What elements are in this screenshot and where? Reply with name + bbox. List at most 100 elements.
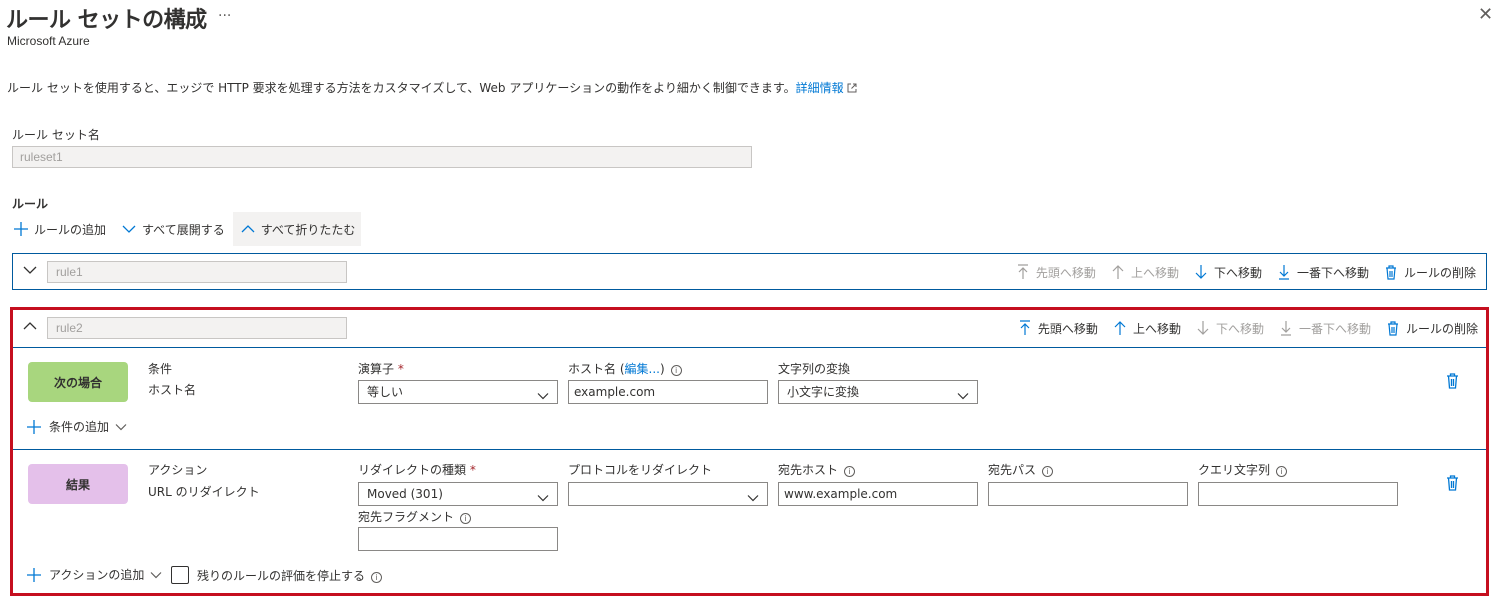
move-bottom-button[interactable]: 一番下へ移動 — [1280, 320, 1371, 337]
move-bottom-icon — [1278, 264, 1290, 280]
delete-rule-button[interactable]: ルールの削除 — [1385, 264, 1476, 281]
stop-evaluation-text: 残りのルールの評価を停止する — [197, 569, 366, 583]
description: ルール セットを使用すると、エッジで HTTP 要求を処理する方法をカスタマイズ… — [7, 79, 857, 96]
move-down-label: 下へ移動 — [1215, 321, 1264, 336]
rule-1-header: rule1 先頭へ移動 上へ移動 下へ移動 一番下へ移動 ルールの削除 — [13, 254, 1486, 290]
rule-2-header: rule2 先頭へ移動 上へ移動 下へ移動 一番下へ移動 ルールの削除 — [13, 310, 1486, 346]
plus-icon — [27, 419, 41, 434]
redirect-type-label: リダイレクトの種類 * — [358, 461, 476, 478]
move-bottom-button[interactable]: 一番下へ移動 — [1278, 264, 1369, 281]
add-condition-label: 条件の追加 — [49, 420, 110, 434]
move-down-button[interactable]: 下へ移動 — [1197, 320, 1264, 337]
action-type: URL のリダイレクト — [148, 485, 260, 499]
move-up-button[interactable]: 上へ移動 — [1112, 264, 1179, 281]
close-icon[interactable]: ✕ — [1478, 6, 1493, 24]
fragment-label: 宛先フラグメント i — [358, 508, 472, 525]
move-down-label: 下へ移動 — [1213, 265, 1262, 280]
query-string-input[interactable] — [1198, 482, 1398, 506]
rule-2-name-input: rule2 — [47, 317, 347, 339]
move-bottom-label: 一番下へ移動 — [1298, 321, 1371, 336]
hostname-label-text: ホスト名 — [568, 362, 617, 376]
rule-2-panel: rule2 先頭へ移動 上へ移動 下へ移動 一番下へ移動 ルールの削除 — [13, 310, 1486, 593]
move-bottom-icon — [1280, 320, 1292, 336]
chevron-down-icon — [957, 386, 969, 408]
info-icon: i — [844, 466, 856, 477]
required-marker: * — [397, 362, 404, 376]
dest-host-input[interactable]: www.example.com — [778, 482, 978, 506]
move-top-button[interactable]: 先頭へ移動 — [1019, 320, 1098, 337]
info-icon: i — [1042, 466, 1054, 477]
rule-1-name-input: rule1 — [47, 261, 347, 283]
add-condition-button[interactable]: 条件の追加 — [27, 418, 127, 435]
delete-condition-icon[interactable] — [1446, 373, 1459, 392]
move-down-button[interactable]: 下へ移動 — [1195, 264, 1262, 281]
rule-2-actions: 先頭へ移動 上へ移動 下へ移動 一番下へ移動 ルールの削除 — [1003, 310, 1478, 346]
query-string-label-text: クエリ文字列 — [1198, 463, 1271, 477]
arrow-down-icon — [1197, 320, 1209, 336]
redirect-type-label-text: リダイレクトの種類 — [358, 463, 467, 477]
condition-label: 条件 — [148, 362, 173, 376]
add-action-button[interactable]: アクションの追加 — [27, 566, 162, 583]
operator-select[interactable]: 等しい — [358, 380, 558, 404]
trash-icon — [1385, 264, 1397, 280]
chevron-up-icon[interactable] — [23, 320, 37, 334]
plus-icon — [14, 222, 28, 236]
expand-all-button[interactable]: すべて展開する — [120, 212, 231, 246]
protocol-label: プロトコルをリダイレクト — [568, 463, 713, 477]
delete-rule-button[interactable]: ルールの削除 — [1387, 320, 1478, 337]
action-label: アクション — [148, 463, 208, 477]
rules-toolbar: ルールの追加 すべて展開する すべて折りたたむ — [12, 212, 362, 246]
learn-more-link[interactable]: 詳細情報 — [796, 81, 844, 95]
hostname-edit-link[interactable]: 編集... — [625, 362, 660, 376]
more-options-icon[interactable]: ··· — [218, 8, 231, 24]
redirect-type-select[interactable]: Moved (301) — [358, 482, 558, 506]
collapse-all-button[interactable]: すべて折りたたむ — [232, 212, 362, 246]
dest-host-label: 宛先ホスト i — [778, 461, 856, 478]
move-top-label: 先頭へ移動 — [1037, 321, 1098, 336]
arrow-down-icon — [1195, 264, 1207, 280]
arrow-up-icon — [1112, 264, 1124, 280]
ruleset-name-input: ruleset1 — [12, 146, 752, 168]
protocol-select[interactable] — [568, 482, 768, 506]
hostname-label: ホスト名 (編集...) i — [568, 360, 682, 377]
chevron-down-icon[interactable] — [23, 264, 37, 278]
expand-all-label: すべて展開する — [142, 222, 225, 237]
chevron-down-icon — [150, 570, 162, 580]
info-icon: i — [1276, 466, 1288, 477]
required-marker: * — [469, 463, 476, 477]
plus-icon — [27, 567, 41, 582]
operator-value: 等しい — [367, 385, 404, 399]
move-top-label: 先頭へ移動 — [1035, 265, 1096, 280]
chevron-up-icon — [241, 224, 255, 234]
dest-path-label-text: 宛先パス — [988, 463, 1037, 477]
move-top-button[interactable]: 先頭へ移動 — [1017, 264, 1096, 281]
trash-icon — [1387, 320, 1399, 336]
delete-rule-label: ルールの削除 — [1403, 265, 1476, 280]
condition-pill: 次の場合 — [28, 362, 128, 402]
dest-path-label: 宛先パス i — [988, 461, 1054, 478]
hostname-input[interactable]: example.com — [568, 380, 768, 404]
redirect-type-value: Moved (301) — [367, 487, 443, 501]
delete-rule-label: ルールの削除 — [1405, 321, 1478, 336]
operator-label-text: 演算子 — [358, 362, 395, 376]
dest-host-label-text: 宛先ホスト — [778, 463, 839, 477]
arrow-up-icon — [1114, 320, 1126, 336]
dest-path-input[interactable] — [988, 482, 1188, 506]
add-rule-button[interactable]: ルールの追加 — [12, 212, 112, 246]
rule-2-header-divider — [13, 347, 1486, 348]
move-up-button[interactable]: 上へ移動 — [1114, 320, 1181, 337]
description-text: ルール セットを使用すると、エッジで HTTP 要求を処理する方法をカスタマイズ… — [7, 81, 796, 95]
delete-action-icon[interactable] — [1446, 475, 1459, 494]
fragment-input[interactable] — [358, 527, 558, 551]
move-bottom-label: 一番下へ移動 — [1296, 265, 1369, 280]
info-icon: i — [670, 365, 682, 376]
stop-evaluation-checkbox[interactable] — [171, 566, 189, 584]
transform-select[interactable]: 小文字に変換 — [778, 380, 978, 404]
stop-evaluation-label: 残りのルールの評価を停止する i — [197, 567, 383, 584]
add-action-label: アクションの追加 — [49, 568, 145, 582]
chevron-down-icon — [747, 488, 759, 510]
chevron-down-icon — [122, 224, 136, 234]
chevron-down-icon — [537, 488, 549, 510]
external-link-icon — [847, 83, 857, 93]
operator-label: 演算子 * — [358, 360, 404, 377]
